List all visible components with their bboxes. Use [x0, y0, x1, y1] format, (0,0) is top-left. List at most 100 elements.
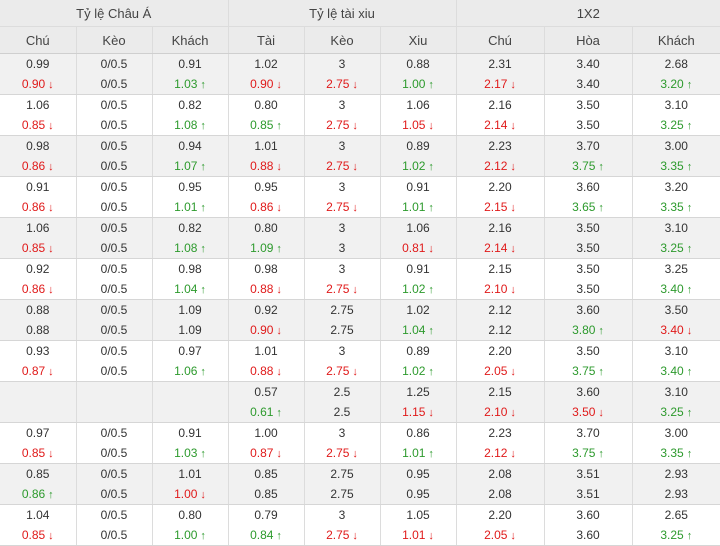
opening-odds: 3.60 [545, 505, 632, 525]
odds-cell-line: 2.752.75 [304, 300, 380, 341]
opening-odds: 3.50 [545, 341, 632, 361]
current-odds: 1.01 [174, 200, 197, 214]
current-odds-line: 1.02↑ [381, 361, 456, 381]
current-odds: 2.93 [665, 487, 688, 501]
odds-cell-home: 0.850.86↑ [0, 464, 76, 505]
table-row: 0.910.86↓0/0.50/0.50.951.01↑0.950.86↓32.… [0, 177, 720, 218]
current-odds-line: 2.75↓ [305, 156, 380, 176]
current-odds: 0/0.5 [101, 364, 128, 378]
opening-odds: 3 [305, 54, 380, 74]
opening-odds: 0.88 [0, 300, 76, 320]
opening-odds: 3.10 [633, 95, 720, 115]
col-header-handicap: Kèo [76, 27, 152, 54]
current-odds-line: 1.01↓ [381, 525, 456, 545]
col-header-home: Chú [0, 27, 76, 54]
odds-cell-over: 0.850.85 [228, 464, 304, 505]
opening-odds: 2.15 [457, 382, 544, 402]
current-odds-line: 0.81↓ [381, 238, 456, 258]
table-row: 0.980.86↓0/0.50/0.50.941.07↑1.010.88↓32.… [0, 136, 720, 177]
odds-cell-draw: 3.503.50 [544, 218, 632, 259]
opening-odds: 2.15 [457, 259, 544, 279]
opening-odds: 3.50 [545, 259, 632, 279]
odds-cell-away [152, 382, 228, 423]
current-odds-line: 3.60 [545, 525, 632, 545]
current-odds: 0/0.5 [101, 241, 128, 255]
opening-odds: 3.10 [633, 341, 720, 361]
arrow-up-icon: ↑ [598, 366, 604, 378]
current-odds-line: 1.08↑ [153, 238, 228, 258]
current-odds-line: 0.85↑ [229, 115, 304, 135]
odds-cell-1x2-home: 2.312.17↓ [456, 54, 544, 95]
table-row: 0.850.86↑0/0.50/0.51.011.00↓0.850.852.75… [0, 464, 720, 505]
arrow-down-icon: ↓ [48, 161, 54, 173]
group-asian-handicap: Tỷ lệ Châu Á [0, 0, 228, 27]
col-header-line: Kèo [304, 27, 380, 54]
odds-cell-1x2-away: 3.503.40↓ [632, 300, 720, 341]
current-odds-line: 3.50↓ [545, 402, 632, 422]
arrow-up-icon: ↑ [598, 325, 604, 337]
odds-cell-handicap [76, 382, 152, 423]
arrow-down-icon: ↓ [352, 120, 358, 132]
arrow-up-icon: ↑ [687, 79, 693, 91]
opening-odds: 3.60 [545, 382, 632, 402]
group-header-row: Tỷ lệ Châu Á Tỷ lệ tài xiu 1X2 [0, 0, 720, 27]
current-odds: 1.00 [402, 77, 425, 91]
odds-cell-1x2-away: 2.932.93 [632, 464, 720, 505]
current-odds-line: 0/0.5 [77, 197, 152, 217]
current-odds: 3 [339, 241, 346, 255]
current-odds: 1.02 [402, 159, 425, 173]
arrow-up-icon: ↑ [428, 202, 434, 214]
current-odds: 1.02 [402, 364, 425, 378]
current-odds: 1.09 [250, 241, 273, 255]
odds-cell-line: 33 [304, 218, 380, 259]
current-odds-line: 0/0.5 [77, 115, 152, 135]
opening-odds: 3.00 [633, 423, 720, 443]
odds-cell-away: 0.941.07↑ [152, 136, 228, 177]
opening-odds: 0.98 [153, 259, 228, 279]
current-odds: 3.35 [660, 446, 683, 460]
current-odds-line: 2.75↓ [305, 115, 380, 135]
current-odds: 2.75 [326, 118, 349, 132]
current-odds-line: 3.75↑ [545, 156, 632, 176]
opening-odds: 0.91 [153, 423, 228, 443]
current-odds-line: 1.02↑ [381, 279, 456, 299]
current-odds: 2.05 [484, 528, 507, 542]
current-odds: 0/0.5 [101, 528, 128, 542]
current-odds: 0.81 [402, 241, 425, 255]
current-odds-line: 3.35↑ [633, 156, 720, 176]
current-odds: 0.88 [250, 282, 273, 296]
arrow-down-icon: ↓ [48, 366, 54, 378]
odds-cell-away: 0.951.01↑ [152, 177, 228, 218]
opening-odds: 1.05 [381, 505, 456, 525]
current-odds: 0.88 [250, 364, 273, 378]
current-odds: 1.03 [174, 446, 197, 460]
current-odds-line: 0/0.5 [77, 279, 152, 299]
odds-table: Tỷ lệ Châu Á Tỷ lệ tài xiu 1X2 Chú Kèo K… [0, 0, 720, 546]
table-row: 0.570.61↑2.52.51.251.15↓2.152.10↓3.603.5… [0, 382, 720, 423]
current-odds: 0.86 [22, 200, 45, 214]
current-odds-line: 3.40↓ [633, 320, 720, 340]
opening-odds: 3.50 [545, 218, 632, 238]
current-odds: 1.04 [402, 323, 425, 337]
odds-cell-away: 0.821.08↑ [152, 95, 228, 136]
opening-odds: 0.57 [229, 382, 304, 402]
current-odds-line: 2.15↓ [457, 197, 544, 217]
arrow-down-icon: ↓ [276, 325, 282, 337]
opening-odds: 0.97 [0, 423, 76, 443]
opening-odds: 3 [305, 505, 380, 525]
odds-cell-under: 1.061.05↓ [380, 95, 456, 136]
opening-odds: 3 [305, 136, 380, 156]
arrow-down-icon: ↓ [48, 284, 54, 296]
current-odds-line: 0.88↓ [229, 156, 304, 176]
current-odds-line: 0.86↓ [0, 156, 76, 176]
current-odds-line: 0/0.5 [77, 484, 152, 504]
current-odds: 2.12 [484, 446, 507, 460]
odds-cell-1x2-home: 2.232.12↓ [456, 423, 544, 464]
opening-odds: 0.91 [0, 177, 76, 197]
odds-cell-handicap: 0/0.50/0.5 [76, 341, 152, 382]
col-header-away: Khách [152, 27, 228, 54]
odds-cell-under: 1.060.81↓ [380, 218, 456, 259]
odds-cell-draw: 3.513.51 [544, 464, 632, 505]
arrow-up-icon: ↑ [428, 448, 434, 460]
arrow-down-icon: ↓ [352, 448, 358, 460]
